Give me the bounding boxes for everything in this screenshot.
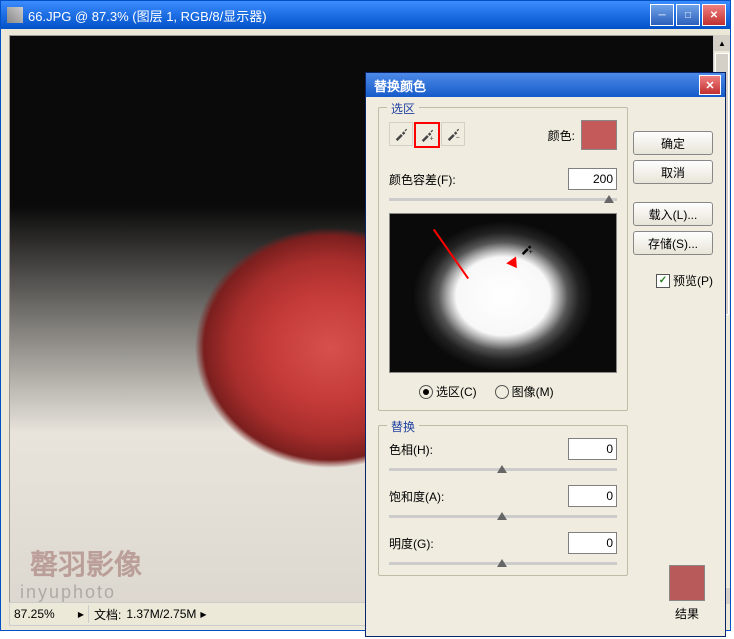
dialog-body: 确定 取消 载入(L)... 存储(S)... ✓ 预览(P) 选区 + − 颜…: [366, 97, 725, 600]
hue-slider-thumb[interactable]: [497, 465, 507, 473]
radio-image-input[interactable]: [495, 385, 509, 399]
fuzziness-slider[interactable]: [389, 198, 617, 201]
saturation-slider-thumb[interactable]: [497, 512, 507, 520]
radio-selection-input[interactable]: [419, 385, 433, 399]
window-title: 66.JPG @ 87.3% (图层 1, RGB/8/显示器): [28, 6, 648, 25]
radio-image[interactable]: 图像(M): [495, 383, 554, 400]
preview-checkbox-row[interactable]: ✓ 预览(P): [633, 272, 713, 289]
preview-mode-radios: 选区(C) 图像(M): [419, 383, 617, 400]
replace-color-dialog: 替换颜色 ✕ 确定 取消 载入(L)... 存储(S)... ✓ 预览(P) 选…: [365, 72, 726, 637]
replace-group-label: 替换: [387, 418, 419, 435]
dialog-titlebar[interactable]: 替换颜色 ✕: [366, 73, 725, 97]
svg-text:−: −: [456, 134, 460, 141]
fuzziness-row: 颜色容差(F):: [389, 168, 617, 190]
doc-menu-icon[interactable]: ▶: [200, 610, 206, 619]
selection-preview[interactable]: +: [389, 213, 617, 373]
fuzziness-input[interactable]: [568, 168, 617, 190]
zoom-input[interactable]: 87.25% ▶: [10, 605, 89, 623]
titlebar: 66.JPG @ 87.3% (图层 1, RGB/8/显示器) ─ □ ✕: [1, 1, 730, 29]
selection-group: 选区 + − 颜色: 颜色容差(F): +: [378, 107, 628, 411]
document-icon: [7, 7, 23, 23]
lightness-input[interactable]: [568, 532, 617, 554]
eyedropper-icon[interactable]: [389, 122, 413, 146]
annotation-arrow-head: [506, 256, 522, 271]
zoom-value: 87.25%: [14, 607, 55, 621]
doc-size: 1.37M/2.75M: [126, 607, 196, 621]
dialog-buttons: 确定 取消 载入(L)... 存储(S)... ✓ 预览(P): [633, 131, 713, 289]
sample-color-swatch[interactable]: [581, 120, 617, 150]
minimize-button[interactable]: ─: [650, 4, 674, 26]
hue-row: 色相(H):: [389, 438, 617, 460]
hue-slider[interactable]: [389, 468, 617, 471]
saturation-label: 饱和度(A):: [389, 488, 457, 505]
radio-selection[interactable]: 选区(C): [419, 383, 477, 400]
maximize-button[interactable]: □: [676, 4, 700, 26]
saturation-slider[interactable]: [389, 515, 617, 518]
radio-selection-label: 选区(C): [436, 383, 477, 400]
eyedropper-cursor-icon: +: [520, 241, 534, 258]
replace-group: 替换 色相(H): 饱和度(A): 明度(G):: [378, 425, 628, 576]
ok-button[interactable]: 确定: [633, 131, 713, 155]
watermark-url: inyuphoto: [20, 582, 116, 603]
lightness-slider-thumb[interactable]: [497, 559, 507, 567]
watermark-text: 罄羽影像: [30, 543, 142, 583]
svg-text:+: +: [430, 135, 434, 142]
fuzziness-label: 颜色容差(F):: [389, 171, 456, 188]
hue-label: 色相(H):: [389, 441, 457, 458]
eyedropper-subtract-icon[interactable]: −: [441, 122, 465, 146]
radio-image-label: 图像(M): [512, 383, 554, 400]
result-swatch-container: 结果: [669, 565, 705, 622]
saturation-input[interactable]: [568, 485, 617, 507]
result-label: 结果: [669, 605, 705, 622]
cancel-button[interactable]: 取消: [633, 160, 713, 184]
svg-text:+: +: [529, 249, 533, 255]
zoom-dropdown-icon[interactable]: ▶: [78, 610, 84, 619]
dialog-close-button[interactable]: ✕: [699, 75, 721, 95]
save-button[interactable]: 存储(S)...: [633, 231, 713, 255]
color-label: 颜色:: [548, 127, 575, 144]
annotation-arrow: [433, 229, 469, 279]
scroll-up-icon[interactable]: ▲: [714, 35, 730, 51]
preview-checkbox[interactable]: ✓: [656, 274, 670, 288]
lightness-slider[interactable]: [389, 562, 617, 565]
dialog-title: 替换颜色: [374, 76, 426, 95]
lightness-row: 明度(G):: [389, 532, 617, 554]
selection-group-label: 选区: [387, 100, 419, 117]
eyedropper-row: + − 颜色:: [389, 120, 617, 150]
result-color-swatch[interactable]: [669, 565, 705, 601]
hue-input[interactable]: [568, 438, 617, 460]
preview-label: 预览(P): [673, 272, 713, 289]
saturation-row: 饱和度(A):: [389, 485, 617, 507]
close-button[interactable]: ✕: [702, 4, 726, 26]
lightness-label: 明度(G):: [389, 535, 457, 552]
fuzziness-slider-thumb[interactable]: [604, 195, 614, 203]
eyedroppers: + −: [389, 122, 465, 148]
window-controls: ─ □ ✕: [648, 4, 726, 26]
eyedropper-add-icon[interactable]: +: [414, 122, 440, 148]
load-button[interactable]: 载入(L)...: [633, 202, 713, 226]
doc-label: 文档:: [89, 606, 126, 623]
